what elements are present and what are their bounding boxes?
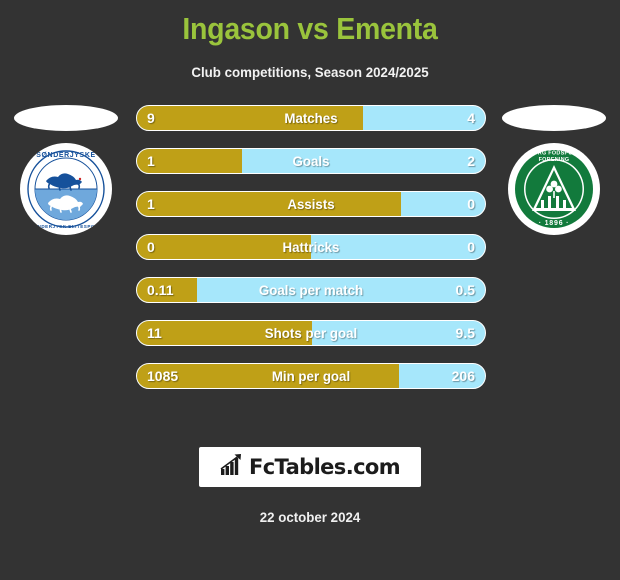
stat-row-goals[interactable]: 1 Goals 2 <box>136 148 486 174</box>
stat-label: Matches <box>284 110 338 126</box>
away-club-shelf <box>502 105 606 131</box>
viborg-ff-badge-icon: VIBORG FODSPORTS FORENING · 1896 · <box>508 143 600 235</box>
away-value: 206 <box>451 368 475 384</box>
stat-label: Shots per goal <box>264 325 358 341</box>
bar-chart-growth-icon <box>220 453 244 481</box>
brand-name: FcTables.com <box>248 455 401 479</box>
away-value: 0 <box>467 239 475 255</box>
stat-row-hattricks[interactable]: 0 Hattricks 0 <box>136 234 486 260</box>
stat-label: Goals <box>292 153 330 169</box>
stat-row-assists[interactable]: 1 Assists 0 <box>136 191 486 217</box>
stat-row-shots-per-goal[interactable]: 11 Shots per goal 9.5 <box>136 320 486 346</box>
stat-label: Hattricks <box>282 239 340 255</box>
svg-text:SØNDERJYSKE: SØNDERJYSKE <box>36 152 96 159</box>
svg-text:FORENING: FORENING <box>539 157 570 163</box>
sonderjyske-badge-icon: SØNDERJYSKE SØNDERJYSK ELITESPORT <box>20 143 112 235</box>
stat-row-goals-per-match[interactable]: 0.11 Goals per match 0.5 <box>136 277 486 303</box>
page-subtitle: Club competitions, Season 2024/2025 <box>191 64 429 80</box>
home-club-shelf <box>14 105 118 131</box>
svg-text:SØNDERJYSK ELITESPORT: SØNDERJYSK ELITESPORT <box>30 224 102 229</box>
away-value: 2 <box>467 153 475 169</box>
header: Ingason vs Ementa Club competitions, Sea… <box>0 0 620 80</box>
away-value: 0.5 <box>455 282 475 298</box>
svg-text:· 1896 ·: · 1896 · <box>539 220 570 227</box>
stat-label: Assists <box>287 196 335 212</box>
home-club[interactable]: SØNDERJYSKE SØNDERJYSK ELITESPORT <box>4 105 128 235</box>
comparison-stage: SØNDERJYSKE SØNDERJYSK ELITESPORT VIBORG… <box>0 105 620 425</box>
away-club[interactable]: VIBORG FODSPORTS FORENING · 1896 · <box>492 105 616 235</box>
stat-row-matches[interactable]: 9 Matches 4 <box>136 105 486 131</box>
page-title: Ingason vs Ementa <box>182 11 438 46</box>
stat-bar-list: 9 Matches 4 1 Goals 2 1 Assists 0 0 Hatt… <box>136 105 486 406</box>
footer: FcTables.com 22 october 2024 <box>0 447 620 525</box>
fctables-logo[interactable]: FcTables.com <box>199 447 421 487</box>
stat-label: Goals per match <box>258 282 364 298</box>
svg-text:VIBORG FODSPORTS: VIBORG FODSPORTS <box>523 151 584 157</box>
away-value: 4 <box>467 110 475 126</box>
stat-label: Min per goal <box>271 368 351 384</box>
away-value: 9.5 <box>455 325 475 341</box>
stat-row-min-per-goal[interactable]: 1085 Min per goal 206 <box>136 363 486 389</box>
generated-date: 22 october 2024 <box>259 509 361 525</box>
away-value: 0 <box>467 196 475 212</box>
